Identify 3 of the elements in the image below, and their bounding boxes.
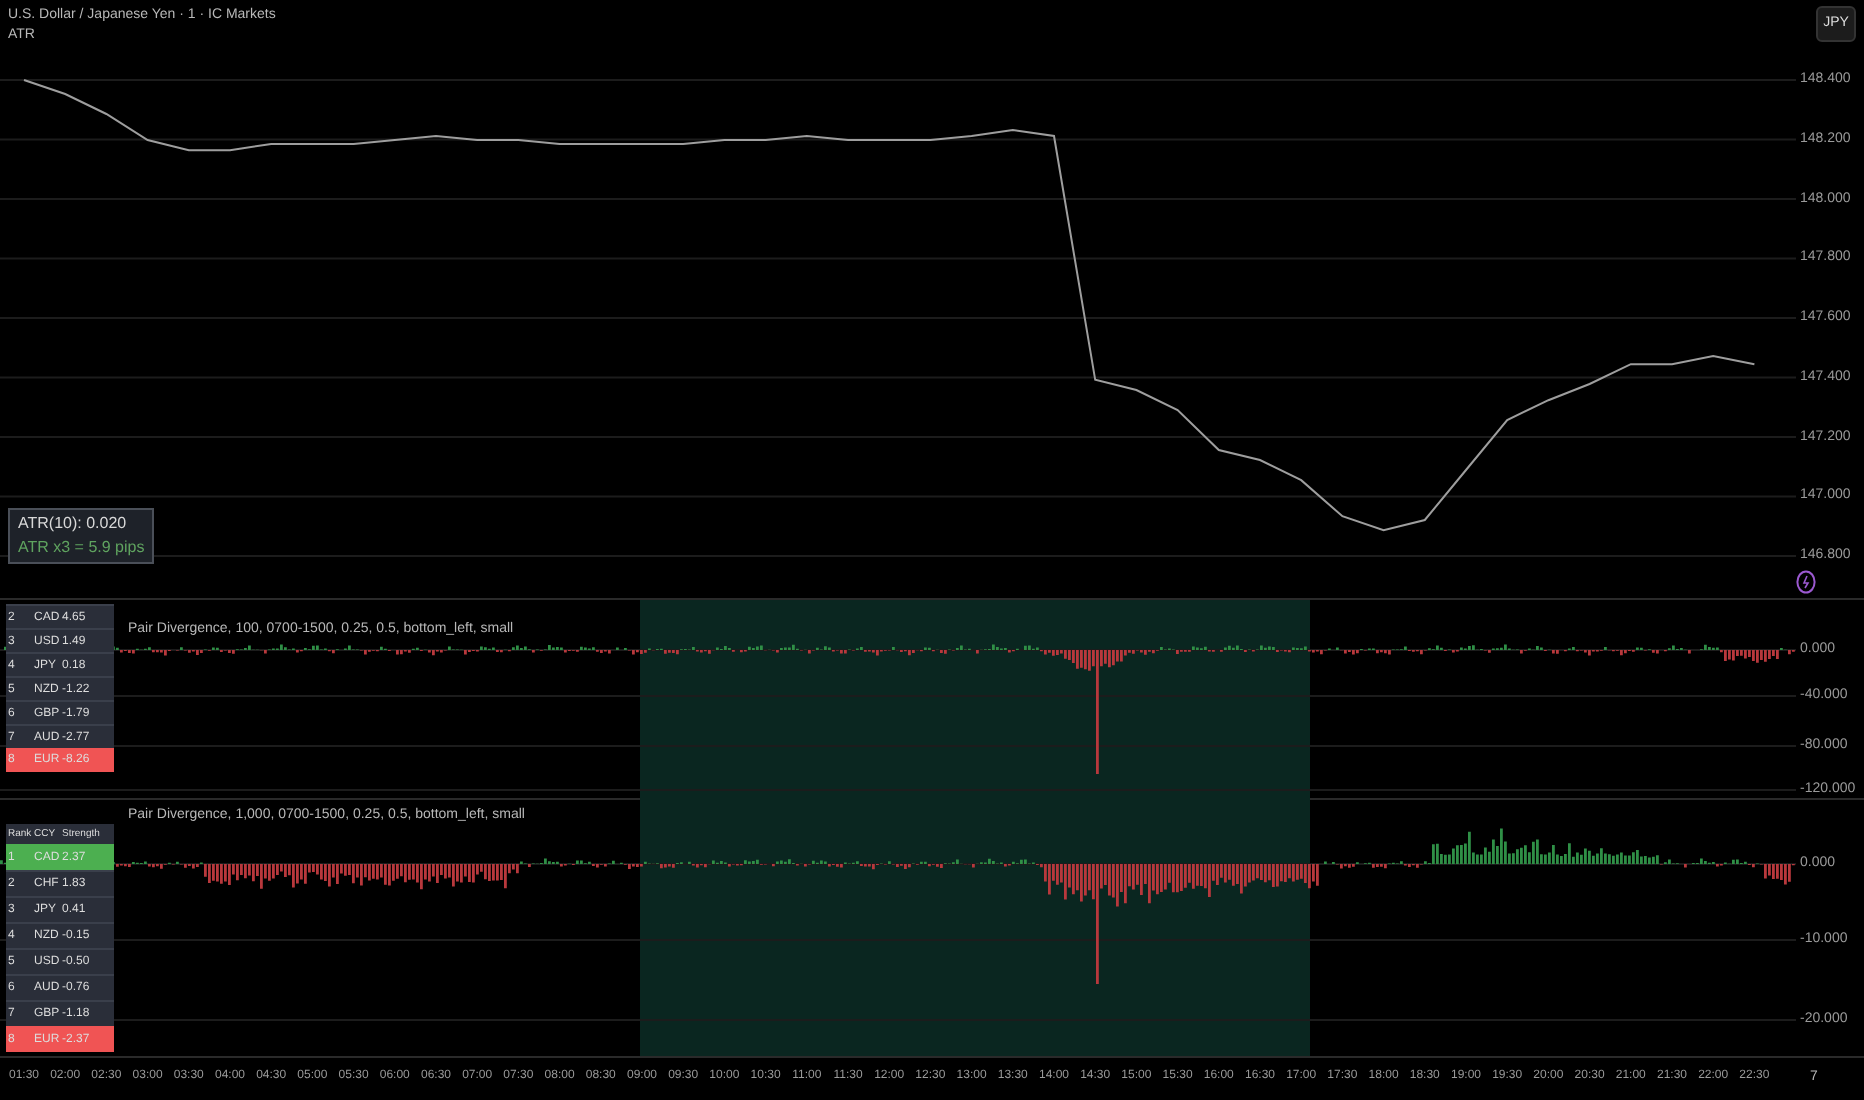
atr-pips: ATR x3 = 5.9 pips	[18, 540, 145, 556]
circle-icon[interactable]	[1796, 570, 1816, 594]
atr-value: ATR(10): 0.020	[18, 516, 129, 532]
